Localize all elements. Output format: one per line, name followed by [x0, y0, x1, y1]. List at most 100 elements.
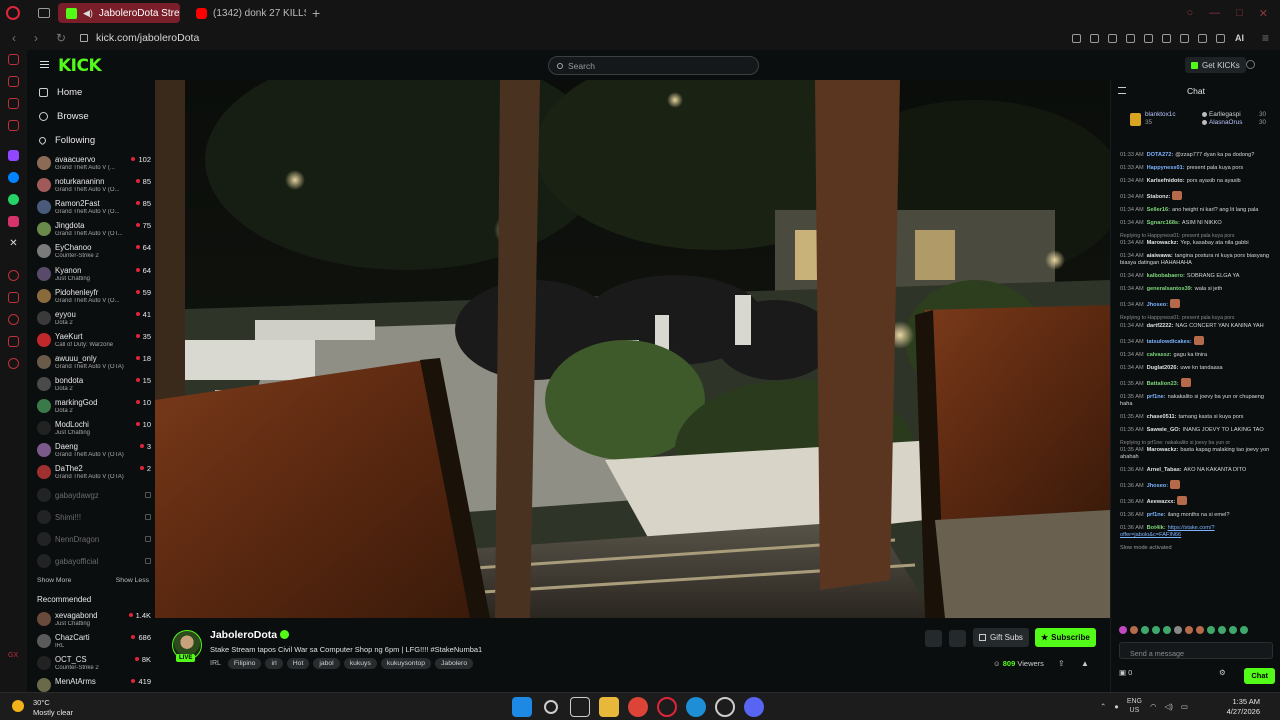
mail-icon[interactable] — [8, 120, 19, 131]
nav-browse[interactable]: Browse — [39, 111, 89, 122]
message-user[interactable]: chase0511: — [1147, 414, 1177, 420]
sidebar-channel[interactable]: DaThe2 Grand Theft Auto V (OTA) 2 — [37, 462, 151, 484]
show-less-link[interactable]: Show Less — [116, 577, 149, 584]
chat-message[interactable]: 01:34 AM Stabonz: — [1120, 191, 1270, 201]
pinboard-icon[interactable] — [8, 336, 19, 347]
input-language[interactable]: ENG US — [1127, 697, 1142, 715]
message-user[interactable]: prf1ne: — [1147, 394, 1166, 400]
settings-icon[interactable] — [8, 358, 19, 369]
chat-message[interactable]: Replying to Happyness01: present pala ku… — [1120, 233, 1270, 247]
chat-message[interactable]: 01:34 AM Sgnarc168s: ASIM NI NIKKO — [1120, 220, 1270, 227]
aria-ai-button[interactable]: AI — [1235, 33, 1244, 43]
sidebar-channel[interactable]: Kyanon Just Chatting 64 — [37, 264, 151, 286]
chat-messages[interactable]: 01:33 AM DOTA272: @zzap777 dyan ka pa dodo… — [1120, 152, 1270, 551]
stream-category[interactable]: IRL — [210, 659, 221, 668]
zoom-icon[interactable] — [1072, 33, 1081, 43]
edge-icon[interactable] — [686, 697, 706, 717]
hamburger-icon[interactable] — [40, 61, 49, 68]
lock-icon[interactable] — [80, 34, 88, 42]
message-user[interactable]: Jhoseo: — [1147, 483, 1168, 489]
tab-kick-stream[interactable]: ◀) JaboleroDota Stream — [58, 3, 180, 23]
download-icon[interactable] — [1216, 33, 1225, 43]
messenger-icon[interactable] — [8, 172, 19, 183]
emote-icon[interactable] — [1218, 626, 1226, 634]
sidebar-channel[interactable]: Jingdota Grand Theft Auto V (OT... 75 — [37, 219, 151, 241]
sidebar-channel[interactable]: xevagabond Just Chatting 1.4K — [37, 609, 151, 631]
chat-message[interactable]: 01:34 AM tatsulowdicakes: — [1120, 335, 1270, 346]
points-icon[interactable]: ▣ — [1119, 668, 1128, 677]
stream-tag[interactable]: jabol — [313, 658, 340, 669]
menu-icon[interactable]: ≡ — [1262, 31, 1272, 45]
message-user[interactable]: aiaiwawa: — [1147, 253, 1173, 259]
instagram-icon[interactable] — [8, 216, 19, 227]
emote-icon[interactable] — [1174, 626, 1182, 634]
workspace-icon[interactable] — [8, 76, 19, 87]
steam-icon[interactable] — [715, 697, 735, 717]
follow-heart-icon[interactable] — [949, 630, 966, 647]
search-tabs-icon[interactable]: ○ — [1186, 7, 1193, 20]
sidebar-channel-offline[interactable]: Shimi!!! — [37, 507, 151, 529]
streamer-name[interactable]: JaboleroDota — [210, 629, 277, 641]
forward-icon[interactable]: › — [34, 31, 44, 45]
message-user[interactable]: Jhoseo: — [1147, 302, 1168, 308]
chat-message[interactable]: 01:36 AM Aeewazxx: — [1120, 496, 1270, 506]
sidebar-channel[interactable]: markingGod Dota 2 10 — [37, 396, 151, 418]
show-more-link[interactable]: Show More — [37, 577, 71, 584]
message-user[interactable]: Aeewazxx: — [1147, 499, 1176, 505]
message-user[interactable]: Duglat2026: — [1147, 365, 1179, 371]
sidebar-channel-offline[interactable]: gabaydawgz — [37, 485, 151, 507]
search-icon[interactable] — [544, 700, 558, 714]
chat-message[interactable]: 01:34 AM Karlsefnidoto: pors ayasib na aya… — [1120, 178, 1270, 185]
search-bar[interactable] — [548, 56, 759, 75]
message-user[interactable]: calvassz: — [1147, 352, 1172, 358]
chat-message[interactable]: 01:34 AM aiaiwawa: tangina postura ni kuya… — [1120, 253, 1270, 267]
user-menu-icon[interactable] — [1246, 60, 1255, 69]
sidebar-channel[interactable]: eyyou Dota 2 41 — [37, 308, 151, 330]
discord-icon[interactable] — [744, 697, 764, 717]
chat-message[interactable]: 01:34 AM generalsantos39: wala si jeth — [1120, 286, 1270, 293]
heart-icon[interactable] — [1162, 33, 1171, 43]
message-user[interactable]: Arnel_Tabas: — [1147, 467, 1182, 473]
message-user[interactable]: dartf2222: — [1147, 323, 1174, 329]
tab-islands-icon[interactable] — [38, 8, 50, 18]
gift-subs-button[interactable]: Gift Subs — [973, 628, 1029, 647]
player-icon[interactable] — [1144, 33, 1153, 43]
snapshot-icon[interactable] — [1108, 33, 1117, 43]
chat-message[interactable]: 01:33 AM DOTA272: @zzap777 dyan ka pa dodo… — [1120, 152, 1270, 159]
top-gifter-3[interactable]: AlasnaOrus — [1202, 119, 1242, 126]
chat-message[interactable]: 01:35 AM Battalion23: — [1120, 377, 1270, 388]
chat-message[interactable]: 01:36 AM Bot4ik: https://stake.com/?offer=… — [1120, 525, 1270, 539]
message-user[interactable]: Bot4ik: — [1147, 525, 1166, 531]
sidebar-channel[interactable]: awuuu_only Grand Theft Auto V (OTA) 18 — [37, 352, 151, 374]
taskbar-clock[interactable]: 1:35 AM 4/27/2026 — [1227, 697, 1260, 717]
nav-following[interactable]: Following — [37, 135, 95, 146]
stream-tag[interactable]: Hot — [286, 658, 310, 669]
volume-icon[interactable]: ◁) — [1165, 702, 1173, 711]
player-sidebar-icon[interactable] — [8, 98, 19, 109]
emote-icon[interactable] — [1152, 626, 1160, 634]
message-user[interactable]: Battalion23: — [1147, 381, 1179, 387]
sidebar-channel[interactable]: EyChanoo Counter-Strike 2 64 — [37, 241, 151, 263]
emote-icon[interactable] — [1141, 626, 1149, 634]
stream-tag[interactable]: Filipino — [227, 658, 262, 669]
new-tab-button[interactable]: + — [312, 5, 320, 21]
stream-tag[interactable]: kukuysontop — [380, 658, 432, 669]
top-gifter-1[interactable]: blanktox1c — [1145, 111, 1176, 118]
subscribe-button[interactable]: ★ Subscribe — [1035, 628, 1096, 647]
chat-settings-icon[interactable]: ⚙ — [1219, 668, 1226, 677]
emote-icon[interactable] — [1229, 626, 1237, 634]
weather-widget[interactable]: 30°C Mostly clear — [12, 696, 92, 718]
chat-input[interactable] — [1130, 646, 1260, 661]
maximize-icon[interactable]: □ — [1236, 7, 1243, 20]
share-icon[interactable]: ⇪ — [1058, 659, 1065, 668]
chat-message[interactable]: 01:35 AM Sawwie_GO: INANG JOEVY TO LAKING … — [1120, 427, 1270, 434]
kick-logo[interactable]: KICK — [58, 56, 102, 76]
x-twitter-icon[interactable]: ✕ — [8, 238, 19, 249]
message-user[interactable]: tatsulowdicakes: — [1147, 339, 1192, 345]
chat-message[interactable]: 01:33 AM Happyness01: present pala kuya po… — [1120, 165, 1270, 172]
message-user[interactable]: Marowackz: — [1147, 240, 1179, 246]
whatsapp-icon[interactable] — [8, 194, 19, 205]
emote-icon[interactable] — [1240, 626, 1248, 634]
chat-message[interactable]: 01:36 AM Arnel_Tabas: AKO NA KAKANTA DITO — [1120, 467, 1270, 474]
back-icon[interactable]: ‹ — [12, 31, 22, 45]
